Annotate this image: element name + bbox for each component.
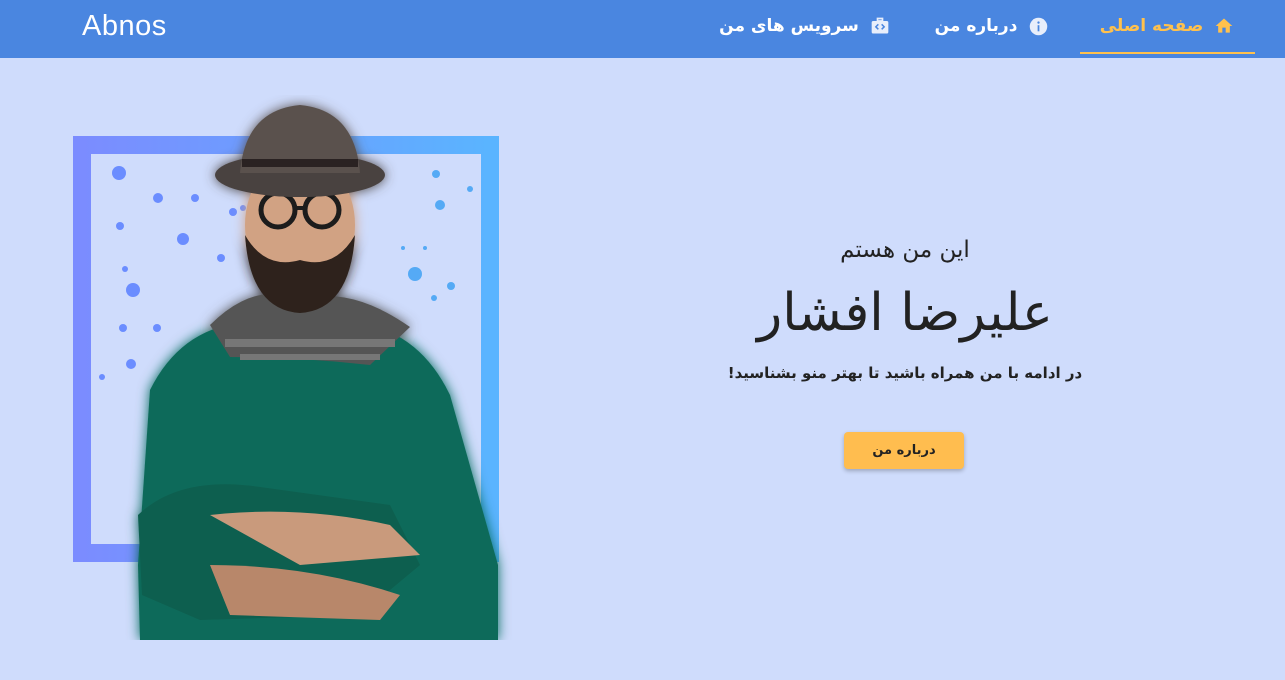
brand-logo[interactable]: Abnos [82,10,167,43]
about-me-button[interactable]: درباره من [844,432,964,469]
portrait-image [138,105,498,640]
hero-tagline: در ادامه با من همراه باشید تا بهتر منو ب… [727,364,1083,382]
hero-section: این من هستم علیرضا افشار در ادامه با من … [700,230,1110,382]
top-navbar: Abnos صفحه اصلی درباره من سرویس های من [0,0,1285,58]
home-icon [1213,15,1235,37]
code-briefcase-icon [869,15,891,37]
nav-item-label: صفحه اصلی [1099,16,1204,36]
nav-item-about[interactable]: درباره من [930,0,1054,52]
info-icon [1027,15,1049,37]
nav-item-label: درباره من [934,16,1018,36]
nav-item-home[interactable]: صفحه اصلی [1080,0,1255,54]
nav-item-label: سرویس های من [719,16,859,36]
hero-name: علیرضا افشار [757,283,1053,343]
nav-item-services[interactable]: سرویس های من [715,0,895,52]
hero-subtitle: این من هستم [840,237,970,263]
